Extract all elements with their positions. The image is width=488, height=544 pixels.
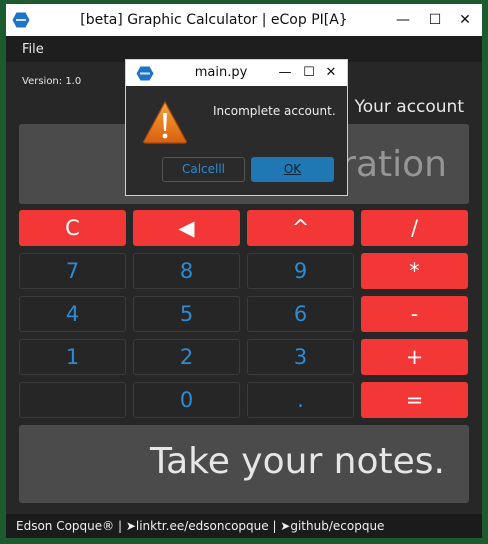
key-button[interactable]: * <box>361 253 468 289</box>
key-button[interactable]: ◀ <box>133 210 240 246</box>
dialog-message: Incomplete account. <box>213 104 336 118</box>
maximize-button[interactable]: ☐ <box>424 10 446 30</box>
key-button[interactable]: 5 <box>133 296 240 332</box>
warning-triangle-icon <box>143 100 187 144</box>
menu-file[interactable]: File <box>22 42 44 57</box>
app-logo-icon <box>12 12 30 28</box>
key-button[interactable] <box>19 382 126 418</box>
key-button[interactable]: 1 <box>19 339 126 375</box>
dialog-maximize-button[interactable]: ☐ <box>300 64 318 82</box>
dialog-close-button[interactable]: ✕ <box>322 64 340 82</box>
status-text: Edson Copque® | ➤linktr.ee/edsoncopque |… <box>16 519 385 533</box>
alert-dialog: main.py — ☐ ✕ Incomplete account. Calcel… <box>125 59 348 196</box>
notes-input[interactable]: Take your notes. <box>19 425 469 503</box>
dialog-minimize-button[interactable]: — <box>276 64 294 82</box>
close-button[interactable]: ✕ <box>454 10 476 30</box>
key-button[interactable]: + <box>361 339 468 375</box>
window-title: [beta] Graphic Calculator | eCop PI[A} <box>80 12 348 28</box>
key-button[interactable]: 9 <box>247 253 354 289</box>
dialog-titlebar[interactable]: main.py — ☐ ✕ <box>126 60 347 86</box>
key-button[interactable]: ^ <box>247 210 354 246</box>
key-button[interactable]: / <box>361 210 468 246</box>
key-button[interactable]: . <box>247 382 354 418</box>
key-button[interactable]: 3 <box>247 339 354 375</box>
key-button[interactable]: C <box>19 210 126 246</box>
account-link[interactable]: Your account <box>355 97 464 117</box>
key-button[interactable]: = <box>361 382 468 418</box>
key-button[interactable]: - <box>361 296 468 332</box>
key-button[interactable]: 2 <box>133 339 240 375</box>
key-button[interactable]: 0 <box>133 382 240 418</box>
ok-button[interactable]: OK <box>251 157 334 182</box>
key-button[interactable]: 7 <box>19 253 126 289</box>
cancel-button[interactable]: Calcelll <box>162 157 245 182</box>
dialog-title: main.py <box>194 65 248 80</box>
notes-placeholder: Take your notes. <box>150 441 445 482</box>
status-bar: Edson Copque® | ➤linktr.ee/edsoncopque |… <box>6 514 482 538</box>
key-button[interactable]: 6 <box>247 296 354 332</box>
key-button[interactable]: 8 <box>133 253 240 289</box>
version-label: Version: 1.0 <box>22 76 82 87</box>
key-button[interactable]: 4 <box>19 296 126 332</box>
minimize-button[interactable]: — <box>392 10 414 30</box>
window-titlebar[interactable]: [beta] Graphic Calculator | eCop PI[A} —… <box>6 4 482 36</box>
dialog-logo-icon <box>136 66 154 81</box>
